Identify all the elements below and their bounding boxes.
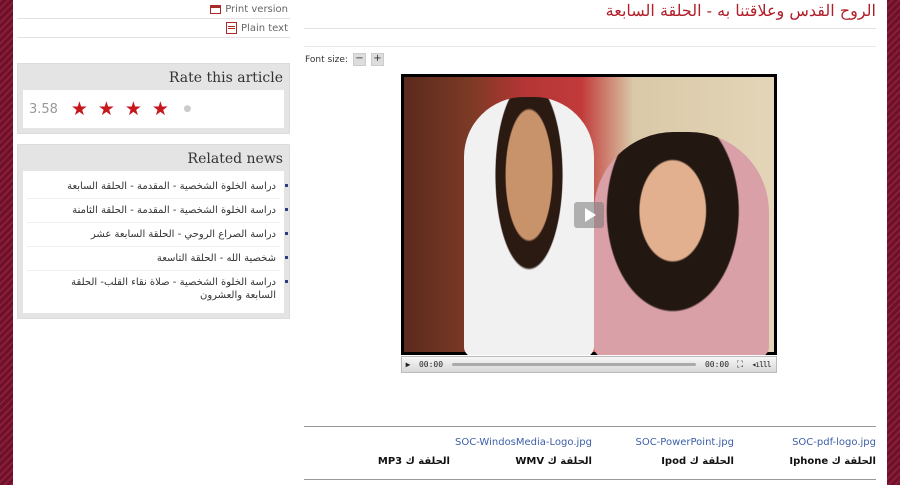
- download-item: SOC-pdf-logo.jpg الحلقة ك Iphone: [734, 427, 876, 479]
- seek-bar[interactable]: [452, 363, 696, 366]
- print-version-label: Print version: [225, 3, 288, 15]
- download-item: SOC-WindosMedia-Logo.jpg الحلقة ك WMV: [450, 427, 592, 479]
- font-size-control: Font size: − +: [305, 53, 384, 66]
- divider: [304, 46, 876, 47]
- total-time: 00:00: [704, 360, 730, 369]
- download-label[interactable]: الحلقة ك WMV: [450, 456, 592, 467]
- related-news-item[interactable]: دراسة الخلوة الشخصية - صلاة نقاء القلب- …: [27, 271, 288, 307]
- current-time: 00:00: [418, 360, 444, 369]
- download-item: الحلقة ك MP3: [308, 427, 450, 479]
- font-size-label: Font size:: [305, 54, 348, 65]
- article-title: الروح القدس وعلاقتنا به - الحلقة السابعة: [304, 0, 876, 29]
- plain-text-label: Plain text: [241, 22, 288, 34]
- bullet-icon: [285, 232, 288, 235]
- related-news-title: Related news: [187, 151, 283, 167]
- main-column: الروح القدس وعلاقتنا به - الحلقة السابعة…: [304, 0, 876, 480]
- rating-widget: 3.58 ★ ★ ★ ★ ●: [23, 90, 284, 128]
- player-controls: ▶ 00:00 00:00 ⛶ ◂ılll: [401, 356, 777, 373]
- download-label[interactable]: الحلقة ك Ipod: [592, 456, 734, 467]
- volume-icon[interactable]: ◂ılll: [746, 360, 776, 369]
- related-news-box: Related news دراسة الخلوة الشخصية - المق…: [17, 144, 290, 319]
- rating-score: 3.58: [29, 101, 58, 117]
- star-5-icon[interactable]: ●: [174, 104, 201, 114]
- related-news-body: دراسة الخلوة الشخصية - المقدمة - الحلقة …: [23, 171, 288, 313]
- left-column: Print version Plain text Rate this artic…: [17, 0, 290, 319]
- bullet-icon: [285, 184, 288, 187]
- downloads-row: SOC-pdf-logo.jpg الحلقة ك Iphone SOC-Pow…: [304, 426, 876, 480]
- star-3-icon[interactable]: ★: [120, 98, 147, 120]
- related-news-item[interactable]: دراسة الصراع الروحي - الحلقة السابعة عشر: [27, 223, 288, 247]
- download-label[interactable]: الحلقة ك MP3: [308, 456, 450, 467]
- video-frame[interactable]: [401, 74, 777, 355]
- video-person-right: [594, 132, 769, 355]
- page: Print version Plain text Rate this artic…: [13, 0, 887, 485]
- related-news-list: دراسة الخلوة الشخصية - المقدمة - الحلقة …: [23, 171, 288, 313]
- bullet-icon: [285, 256, 288, 259]
- related-news-item[interactable]: دراسة الخلوة الشخصية - المقدمة - الحلقة …: [27, 175, 288, 199]
- bullet-icon: [285, 280, 288, 283]
- download-file-link[interactable]: SOC-pdf-logo.jpg: [734, 437, 876, 453]
- print-version-link[interactable]: Print version: [17, 0, 290, 19]
- video-player: ▶ 00:00 00:00 ⛶ ◂ılll: [401, 74, 777, 373]
- printer-icon: [210, 4, 222, 14]
- rating-box: Rate this article 3.58 ★ ★ ★ ★ ●: [17, 63, 290, 134]
- play-icon[interactable]: ▶: [402, 360, 414, 369]
- bullet-icon: [285, 208, 288, 211]
- fullscreen-icon[interactable]: ⛶: [734, 360, 746, 370]
- rating-title: Rate this article: [168, 70, 283, 86]
- download-file-link[interactable]: SOC-WindosMedia-Logo.jpg: [450, 437, 592, 453]
- download-file-link[interactable]: [308, 437, 450, 453]
- star-4-icon[interactable]: ★: [147, 98, 174, 120]
- star-1-icon[interactable]: ★: [66, 98, 93, 120]
- download-label[interactable]: الحلقة ك Iphone: [734, 456, 876, 467]
- plain-text-link[interactable]: Plain text: [17, 19, 290, 38]
- font-increase-button[interactable]: +: [370, 53, 384, 66]
- related-news-item[interactable]: دراسة الخلوة الشخصية - المقدمة - الحلقة …: [27, 199, 288, 223]
- download-file-link[interactable]: SOC-PowerPoint.jpg: [592, 437, 734, 453]
- play-overlay-icon[interactable]: [574, 202, 604, 228]
- star-2-icon[interactable]: ★: [93, 98, 120, 120]
- document-icon: [226, 22, 238, 34]
- related-news-item[interactable]: شخصية الله - الحلقة التاسعة: [27, 247, 288, 271]
- download-item: SOC-PowerPoint.jpg الحلقة ك Ipod: [592, 427, 734, 479]
- font-decrease-button[interactable]: −: [352, 53, 366, 66]
